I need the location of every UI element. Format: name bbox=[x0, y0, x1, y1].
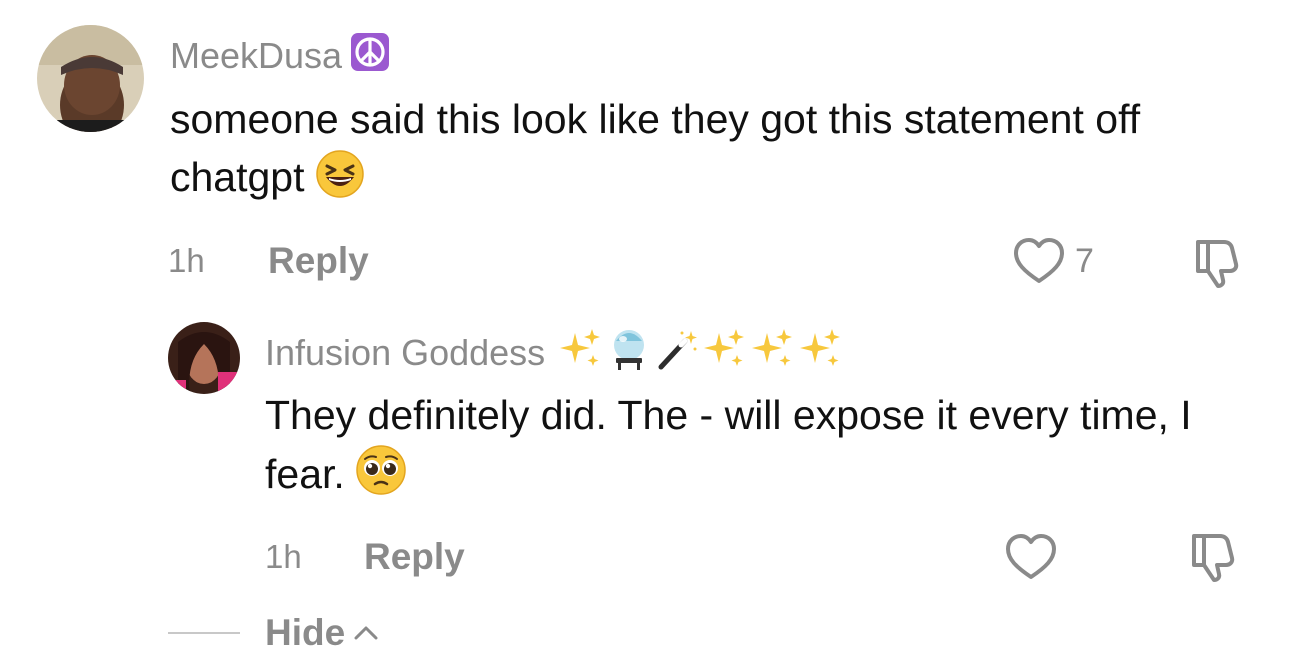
hide-label: Hide bbox=[265, 612, 346, 653]
sparkles-icon bbox=[799, 327, 843, 379]
reply-text: They definitely did. The - will expose i… bbox=[265, 386, 1255, 511]
sparkles-icon bbox=[703, 327, 747, 379]
reply-timestamp: 1h bbox=[265, 538, 302, 575]
reply-username[interactable]: Infusion Goddess bbox=[265, 327, 843, 379]
comment-text: someone said this look like they got thi… bbox=[170, 90, 1260, 214]
magic-wand-icon bbox=[655, 327, 699, 379]
avatar-infusion-goddess[interactable] bbox=[168, 322, 240, 394]
grinning-squinting-face-icon bbox=[315, 149, 365, 214]
pleading-face-icon bbox=[355, 444, 407, 511]
hide-replies-button[interactable]: Hide bbox=[265, 613, 379, 653]
comment-username-text: MeekDusa bbox=[170, 35, 343, 76]
reply-reply-button[interactable]: Reply bbox=[364, 537, 465, 577]
peace-symbol-icon bbox=[350, 32, 390, 80]
comment-username[interactable]: MeekDusa bbox=[170, 32, 390, 80]
heart-icon[interactable] bbox=[1012, 236, 1066, 291]
avatar-meekdusa[interactable] bbox=[37, 25, 144, 132]
heart-icon[interactable] bbox=[1004, 532, 1058, 587]
sparkles-icon bbox=[559, 327, 603, 379]
reply-username-text: Infusion Goddess bbox=[265, 332, 546, 373]
comment-like-count: 7 bbox=[1075, 242, 1094, 280]
comment-timestamp: 1h bbox=[168, 242, 205, 279]
chevron-up-icon bbox=[353, 623, 379, 643]
comment-reply-button[interactable]: Reply bbox=[268, 241, 369, 281]
thumbs-down-icon[interactable] bbox=[1186, 530, 1240, 589]
thumbs-down-icon[interactable] bbox=[1190, 236, 1244, 295]
crystal-ball-icon bbox=[607, 327, 651, 379]
sparkles-icon bbox=[751, 327, 795, 379]
hide-divider bbox=[168, 632, 240, 634]
